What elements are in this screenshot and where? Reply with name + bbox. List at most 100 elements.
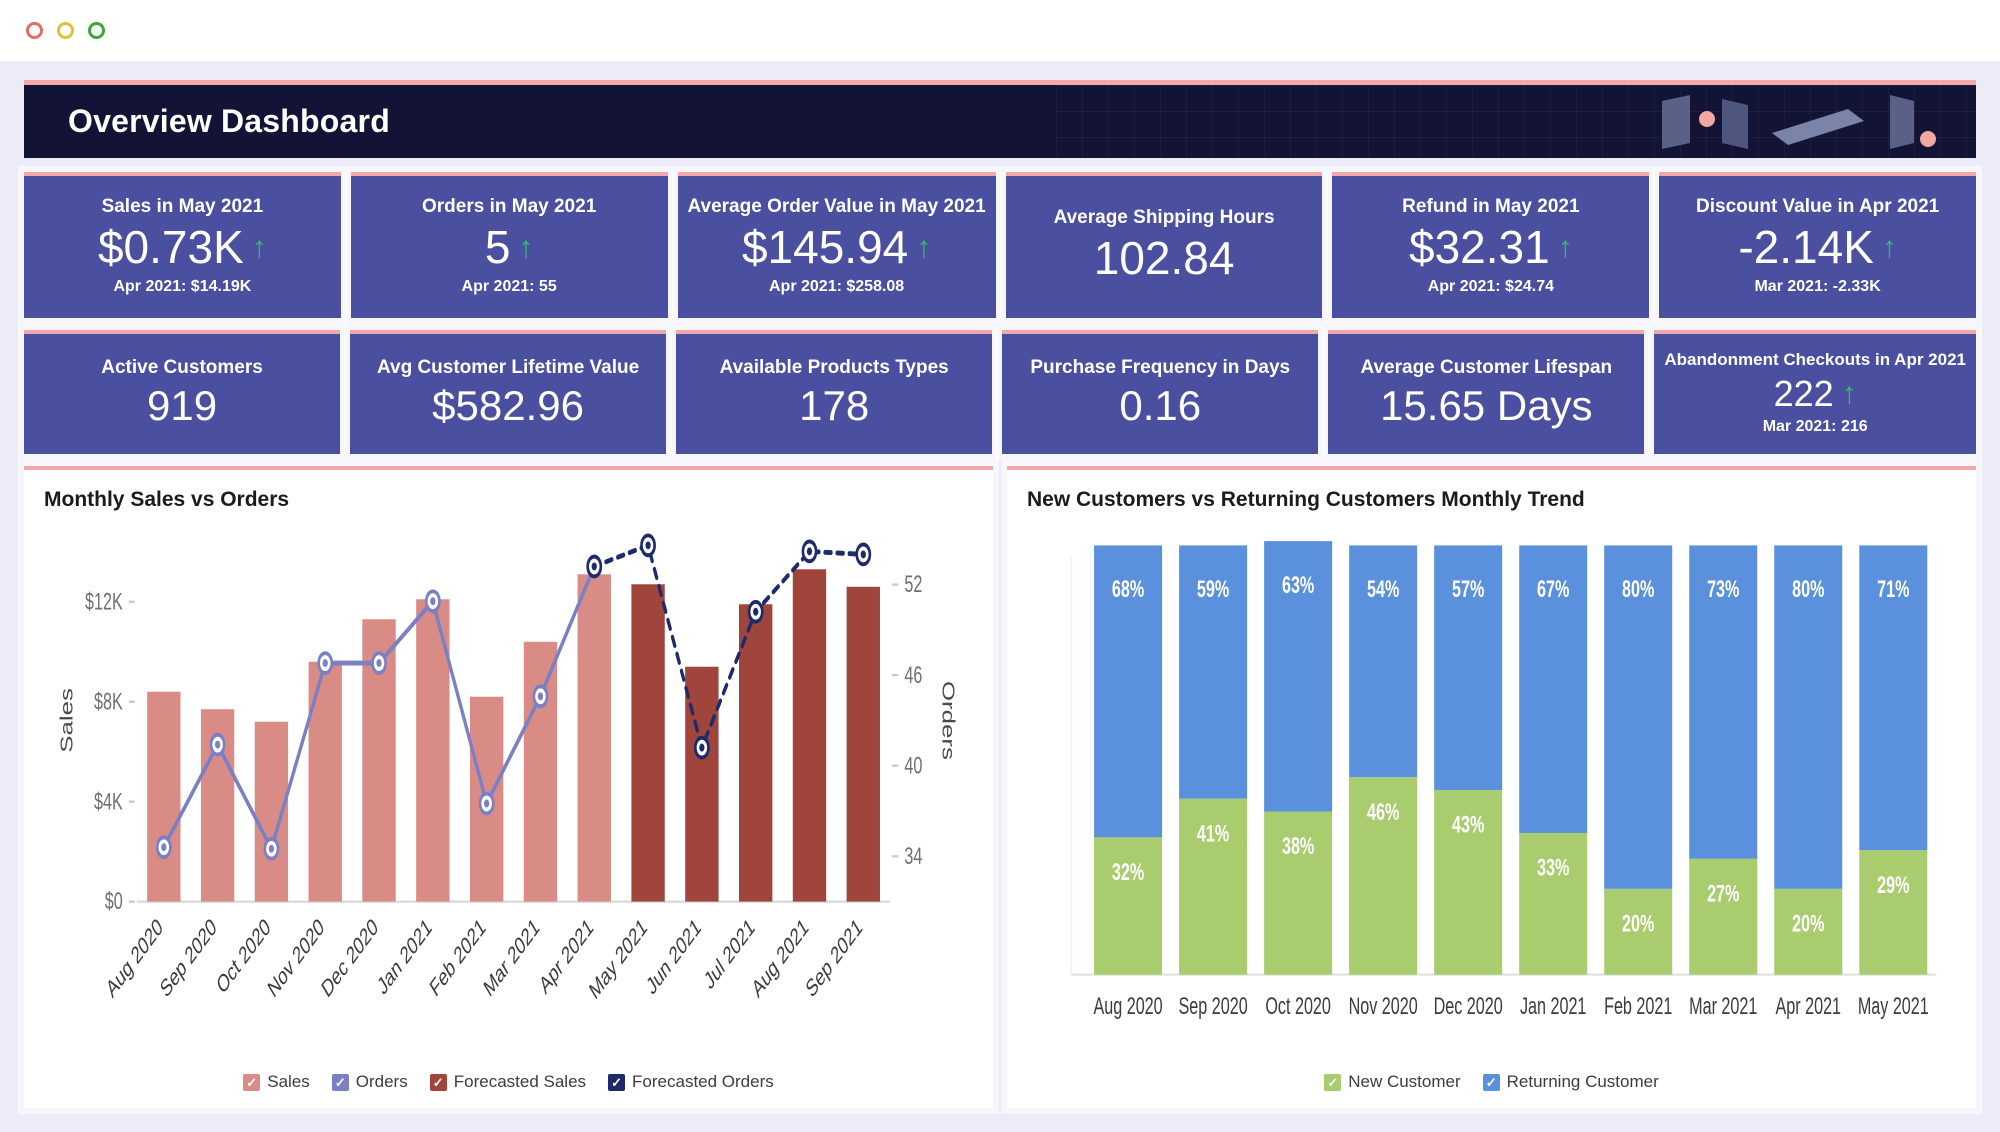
svg-text:$4K: $4K — [94, 788, 123, 815]
kpi-card-avg-customer-lifetime-value[interactable]: Avg Customer Lifetime Value $582.96 — [350, 330, 667, 454]
trend-up-icon: ↑ — [1557, 230, 1573, 264]
svg-text:May 2021: May 2021 — [1858, 993, 1929, 1020]
legend-checkbox-returning-customer[interactable]: ✓ — [1482, 1073, 1500, 1091]
svg-text:$12K: $12K — [85, 588, 123, 615]
kpi-comparison: Mar 2021: 216 — [1762, 417, 1868, 435]
chart-legend-right: ✓ New Customer ✓ Returning Customer — [1027, 1066, 1956, 1096]
kpi-card-orders-may-2021[interactable]: Orders in May 2021 5 ↑ Apr 2021: 55 — [350, 172, 668, 318]
combo-chart-svg[interactable]: $0$4K$8K$12K34404652Sales OrdersAug 2020S… — [44, 518, 973, 1066]
svg-text:Mar 2021: Mar 2021 — [1689, 993, 1757, 1020]
kpi-card-abandonment-checkouts-apr-2021[interactable]: Abandonment Checkouts in Apr 2021 222 ↑ … — [1654, 330, 1976, 454]
svg-text:$8K: $8K — [94, 688, 123, 715]
minimize-window-button[interactable] — [57, 22, 74, 39]
legend-item-orders[interactable]: ✓ Orders — [331, 1072, 408, 1092]
chart-title: Monthly Sales vs Orders — [44, 488, 290, 511]
kpi-card-sales-may-2021[interactable]: Sales in May 2021 $0.73K ↑ Apr 2021: $14… — [24, 172, 341, 318]
kpi-title: Average Shipping Hours — [1053, 207, 1275, 229]
kpi-title: Refund in May 2021 — [1402, 196, 1580, 218]
legend-label: New Customer — [1348, 1072, 1461, 1091]
kpi-value: 5 — [484, 221, 511, 274]
kpi-value-group: $145.94 ↑ — [742, 222, 931, 274]
kpi-title: Avg Customer Lifetime Value — [376, 356, 640, 378]
legend-label: Returning Customer — [1506, 1072, 1659, 1091]
kpi-card-available-products-types[interactable]: Available Products Types 178 — [676, 330, 993, 454]
svg-text:Sep 2021: Sep 2021 — [802, 913, 865, 1003]
kpi-title: Sales in May 2021 — [101, 196, 264, 218]
close-window-button[interactable] — [26, 22, 43, 39]
legend-label: Sales — [267, 1072, 310, 1091]
svg-text:80%: 80% — [1622, 576, 1654, 603]
charts-region: Monthly Sales vs Orders $0 $4K $8K $12K 34 40… — [24, 466, 1976, 1108]
legend-item-sales[interactable]: ✓ Sales — [243, 1072, 310, 1092]
legend-checkbox-forecasted-orders[interactable]: ✓ — [608, 1073, 626, 1091]
kpi-title: Orders in May 2021 — [422, 196, 597, 218]
window-titlebar — [0, 0, 2000, 62]
kpi-card-average-order-value-may-2021[interactable]: Average Order Value in May 2021 $145.94 … — [677, 172, 996, 318]
kpi-value-group: 178 — [799, 382, 869, 429]
kpi-card-refund-may-2021[interactable]: Refund in May 2021 $32.31 ↑ Apr 2021: $2… — [1332, 172, 1650, 318]
kpi-card-average-shipping-hours[interactable]: Average Shipping Hours 102.84 — [1005, 172, 1323, 318]
svg-text:38%: 38% — [1282, 833, 1314, 860]
kpi-value: $32.31 — [1409, 221, 1550, 274]
chart-panel-monthly-sales-vs-orders: Monthly Sales vs Orders $0 $4K $8K $12K 34 40… — [24, 466, 993, 1108]
legend-item-returning-customer[interactable]: ✓ Returning Customer — [1482, 1072, 1659, 1092]
svg-text:Jun 2021: Jun 2021 — [643, 913, 704, 1000]
legend-checkbox-forecasted-sales[interactable]: ✓ — [429, 1073, 447, 1091]
kpi-comparison: Mar 2021: -2.33K — [1754, 277, 1881, 295]
legend-checkbox-new-customer[interactable]: ✓ — [1324, 1073, 1342, 1091]
svg-text:40: 40 — [904, 752, 922, 779]
kpi-value: 178 — [799, 382, 870, 430]
kpi-title: Active Customers — [101, 356, 263, 378]
brand-logo-icon — [1652, 87, 1942, 157]
svg-text:May 2021: May 2021 — [586, 913, 651, 1005]
svg-text:Aug 2021: Aug 2021 — [749, 913, 812, 1003]
kpi-value: 15.65 Days — [1380, 382, 1593, 430]
svg-text:Oct 2020: Oct 2020 — [1265, 993, 1331, 1020]
svg-text:73%: 73% — [1707, 576, 1739, 603]
maximize-window-button[interactable] — [88, 22, 105, 39]
legend-label: Forecasted Orders — [632, 1072, 774, 1091]
svg-text:68%: 68% — [1112, 576, 1144, 603]
svg-text:80%: 80% — [1792, 576, 1824, 603]
kpi-card-active-customers[interactable]: Active Customers 919 — [24, 330, 341, 454]
legend-label: Orders — [355, 1072, 408, 1091]
legend-item-new-customer[interactable]: ✓ New Customer — [1324, 1072, 1461, 1092]
svg-text:29%: 29% — [1877, 872, 1909, 899]
svg-text:27%: 27% — [1707, 880, 1739, 907]
legend-item-forecasted-orders[interactable]: ✓ Forecasted Orders — [608, 1072, 774, 1092]
kpi-value: $582.96 — [432, 382, 584, 430]
app-window: Overview Dashboard Sales in May 2021 $0.… — [0, 0, 2000, 1132]
svg-text:Nov 2020: Nov 2020 — [1349, 993, 1418, 1020]
kpi-card-discount-value-apr-2021[interactable]: Discount Value in Apr 2021 -2.14K ↑ Mar … — [1659, 172, 1976, 318]
trend-up-icon: ↑ — [1881, 230, 1897, 264]
svg-text:Feb 2021: Feb 2021 — [1604, 993, 1672, 1020]
svg-text:Jan 2021: Jan 2021 — [1520, 993, 1586, 1020]
svg-text:67%: 67% — [1537, 576, 1569, 603]
svg-text:Jan 2021: Jan 2021 — [374, 913, 435, 1000]
kpi-title: Available Products Types — [719, 356, 949, 378]
kpi-title: Average Customer Lifespan — [1360, 356, 1613, 378]
svg-text:Sep 2020: Sep 2020 — [1179, 993, 1248, 1020]
kpi-value-group: $0.73K ↑ — [98, 222, 267, 274]
trend-up-icon: ↑ — [251, 230, 267, 264]
legend-checkbox-orders[interactable]: ✓ — [331, 1073, 349, 1091]
svg-text:Orders: Orders — [939, 681, 959, 760]
trend-up-icon: ↑ — [1841, 376, 1857, 410]
kpi-title: Abandonment Checkouts in Apr 2021 — [1664, 350, 1966, 370]
svg-text:63%: 63% — [1282, 572, 1314, 599]
kpi-value-group: -2.14K ↑ — [1738, 222, 1897, 274]
chart-legend-left: ✓ Sales ✓ Orders ✓ Forecasted Sales ✓ Fo… — [44, 1066, 973, 1096]
kpi-card-purchase-frequency-in-days[interactable]: Purchase Frequency in Days 0.16 — [1002, 330, 1319, 454]
legend-checkbox-sales[interactable]: ✓ — [243, 1073, 261, 1091]
chart-plot-area[interactable]: $0 $4K $8K $12K 34 40 46 52 Sales Orders Aug 2020 S… — [44, 518, 973, 1066]
kpi-value: 222 — [1773, 372, 1834, 414]
legend-item-forecasted-sales[interactable]: ✓ Forecasted Sales — [429, 1072, 586, 1092]
svg-text:43%: 43% — [1452, 811, 1484, 838]
stacked-bar-chart-svg[interactable]: 32% 68% Aug 2020 41% 59% Sep 2020 38% 63% Oct 20… — [1027, 518, 1956, 1066]
kpi-comparison: Apr 2021: $14.19K — [113, 277, 252, 295]
kpi-card-average-customer-lifespan[interactable]: Average Customer Lifespan 15.65 Days — [1328, 330, 1645, 454]
chart-plot-area[interactable]: 32% 68% Aug 2020 41% 59% Sep 2020 38% 63% Oct 20… — [1027, 518, 1956, 1066]
chart-title: New Customers vs Returning Customers Mon… — [1027, 488, 1585, 511]
kpi-value-group: 919 — [147, 382, 217, 429]
kpi-value: 0.16 — [1119, 382, 1202, 430]
